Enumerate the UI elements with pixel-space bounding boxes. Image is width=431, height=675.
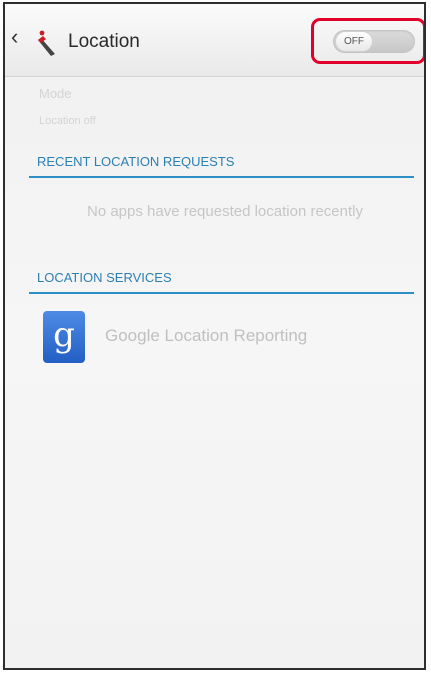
section-divider-recent bbox=[29, 176, 414, 178]
back-chevron-icon[interactable]: ‹ bbox=[11, 22, 18, 52]
mode-value: Location off bbox=[39, 115, 96, 127]
no-requests-message: No apps have requested location recently bbox=[86, 203, 363, 220]
page-title: Location bbox=[68, 31, 140, 52]
location-app-icon bbox=[38, 30, 55, 56]
section-divider-services bbox=[29, 292, 414, 294]
action-bar: ‹ Location OFF bbox=[5, 4, 424, 77]
google-g-icon: g bbox=[43, 311, 85, 363]
location-toggle-switch[interactable]: OFF bbox=[333, 30, 415, 53]
location-services-header: LOCATION SERVICES bbox=[37, 270, 172, 285]
service-item-google-location-reporting[interactable]: g Google Location Reporting bbox=[39, 308, 409, 366]
mode-title: Mode bbox=[39, 86, 72, 101]
service-item-label: Google Location Reporting bbox=[105, 326, 308, 345]
recent-location-requests-header: RECENT LOCATION REQUESTS bbox=[37, 154, 235, 169]
toggle-state-label: OFF bbox=[335, 31, 373, 52]
mode-setting[interactable]: Mode Location off bbox=[39, 86, 96, 128]
phone-screen: ‹ Location OFF Mode Location off RECENT … bbox=[3, 2, 426, 670]
